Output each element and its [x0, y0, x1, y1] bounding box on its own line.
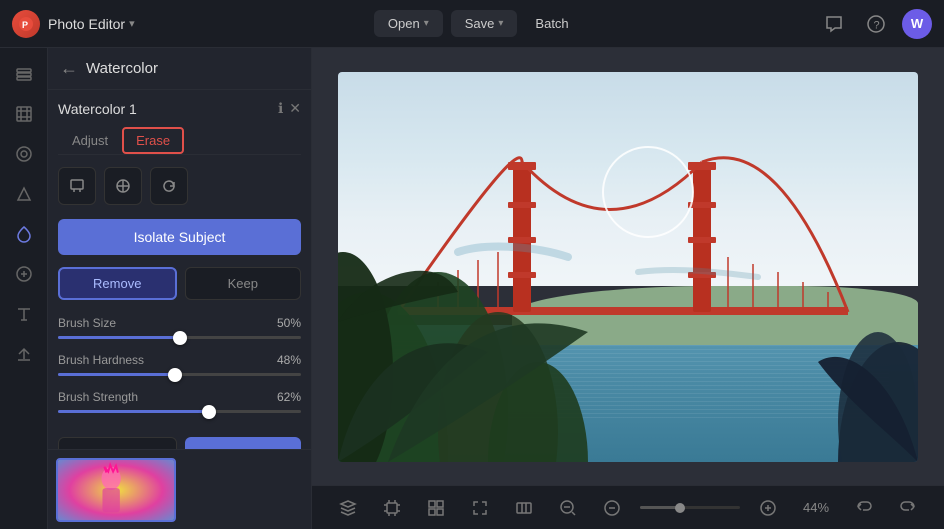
sidebar-export-btn[interactable]: [6, 336, 42, 372]
sidebar-text-btn[interactable]: [6, 296, 42, 332]
aspect-icon-button[interactable]: [508, 492, 540, 524]
sidebar-frames-btn[interactable]: [6, 96, 42, 132]
crop-icon-button[interactable]: [376, 492, 408, 524]
brush-hardness-slider[interactable]: [58, 373, 301, 376]
brush-size-group: Brush Size 50%: [58, 316, 301, 339]
sidebar-watercolor-btn[interactable]: [6, 216, 42, 252]
expand-icon-button[interactable]: [464, 492, 496, 524]
panel-header: ← Watercolor: [48, 48, 311, 90]
grid-icon-button[interactable]: [420, 492, 452, 524]
panel-back-button[interactable]: ←: [60, 58, 78, 79]
watercolor-header: Watercolor 1 ℹ ✕: [58, 100, 301, 117]
zoom-slider[interactable]: [640, 506, 740, 509]
brush-size-slider[interactable]: [58, 336, 301, 339]
pattern-icon-button[interactable]: [104, 167, 142, 205]
tab-adjust[interactable]: Adjust: [58, 127, 122, 154]
brush-strength-slider[interactable]: [58, 410, 301, 413]
sidebar-retouch-btn[interactable]: [6, 256, 42, 292]
layers-icon-button[interactable]: [332, 492, 364, 524]
reset-icon-button[interactable]: [150, 167, 188, 205]
info-icon-button[interactable]: ℹ: [278, 100, 283, 117]
svg-text:?: ?: [874, 19, 880, 31]
canvas-viewport[interactable]: [312, 48, 944, 485]
action-row: Cancel Apply: [58, 427, 301, 449]
redo-button[interactable]: [892, 492, 924, 524]
zoom-value: 44%: [796, 500, 836, 515]
main-body: ← Watercolor Watercolor 1 ℹ ✕ Adjust Era…: [0, 48, 944, 529]
topbar: P Photo Editor ▾ Open ▾ Save ▾ Batch ? W: [0, 0, 944, 48]
apply-button[interactable]: Apply: [185, 437, 302, 449]
plus-circle-button[interactable]: [752, 492, 784, 524]
svg-text:P: P: [22, 20, 28, 30]
isolate-subject-button[interactable]: Isolate Subject: [58, 219, 301, 255]
topbar-right: ? W: [818, 8, 932, 40]
batch-button[interactable]: Batch: [525, 10, 578, 37]
thumbnail-strip: [48, 449, 311, 529]
brush-hardness-value: 48%: [277, 353, 301, 367]
brush-hardness-group: Brush Hardness 48%: [58, 353, 301, 376]
tab-erase[interactable]: Erase: [122, 127, 184, 154]
app-name-chevron: ▾: [129, 17, 135, 30]
thumbnail[interactable]: [56, 458, 176, 522]
sidebar-effects-btn[interactable]: [6, 176, 42, 212]
topbar-center: Open ▾ Save ▾ Batch: [143, 10, 810, 37]
brush-strength-label: Brush Strength: [58, 390, 138, 404]
canvas-image[interactable]: [338, 72, 918, 462]
watercolor-panel: Watercolor 1 ℹ ✕ Adjust Erase: [48, 90, 311, 449]
icon-row: [58, 167, 301, 205]
save-button[interactable]: Save ▾: [451, 10, 518, 37]
brush-size-value: 50%: [277, 316, 301, 330]
undo-button[interactable]: [848, 492, 880, 524]
keep-button[interactable]: Keep: [185, 267, 302, 300]
tabs: Adjust Erase: [58, 127, 301, 155]
open-button[interactable]: Open ▾: [374, 10, 443, 37]
cancel-button[interactable]: Cancel: [58, 437, 177, 449]
remove-button[interactable]: Remove: [58, 267, 177, 300]
app-name: Photo Editor: [48, 16, 125, 32]
help-icon-button[interactable]: ?: [860, 8, 892, 40]
remove-keep-row: Remove Keep: [58, 267, 301, 300]
avatar[interactable]: W: [902, 9, 932, 39]
minus-circle-button[interactable]: [596, 492, 628, 524]
brush-strength-group: Brush Strength 62%: [58, 390, 301, 413]
zoom-out-button[interactable]: [552, 492, 584, 524]
sidebar-layers-btn[interactable]: [6, 56, 42, 92]
comment-icon-button[interactable]: [818, 8, 850, 40]
sidebar-adjust-btn[interactable]: [6, 136, 42, 172]
watercolor-header-icons: ℹ ✕: [278, 100, 301, 117]
brush-icon-button[interactable]: [58, 167, 96, 205]
icon-sidebar: [0, 48, 48, 529]
app-logo: P: [12, 10, 40, 38]
canvas-area: 44%: [312, 48, 944, 529]
brush-strength-value: 62%: [277, 390, 301, 404]
watercolor-title: Watercolor 1: [58, 101, 137, 117]
panel: ← Watercolor Watercolor 1 ℹ ✕ Adjust Era…: [48, 48, 312, 529]
panel-title: Watercolor: [86, 60, 158, 77]
brush-size-label: Brush Size: [58, 316, 116, 330]
brush-hardness-label: Brush Hardness: [58, 353, 144, 367]
bottom-bar: 44%: [312, 485, 944, 529]
close-icon-button[interactable]: ✕: [289, 100, 301, 117]
